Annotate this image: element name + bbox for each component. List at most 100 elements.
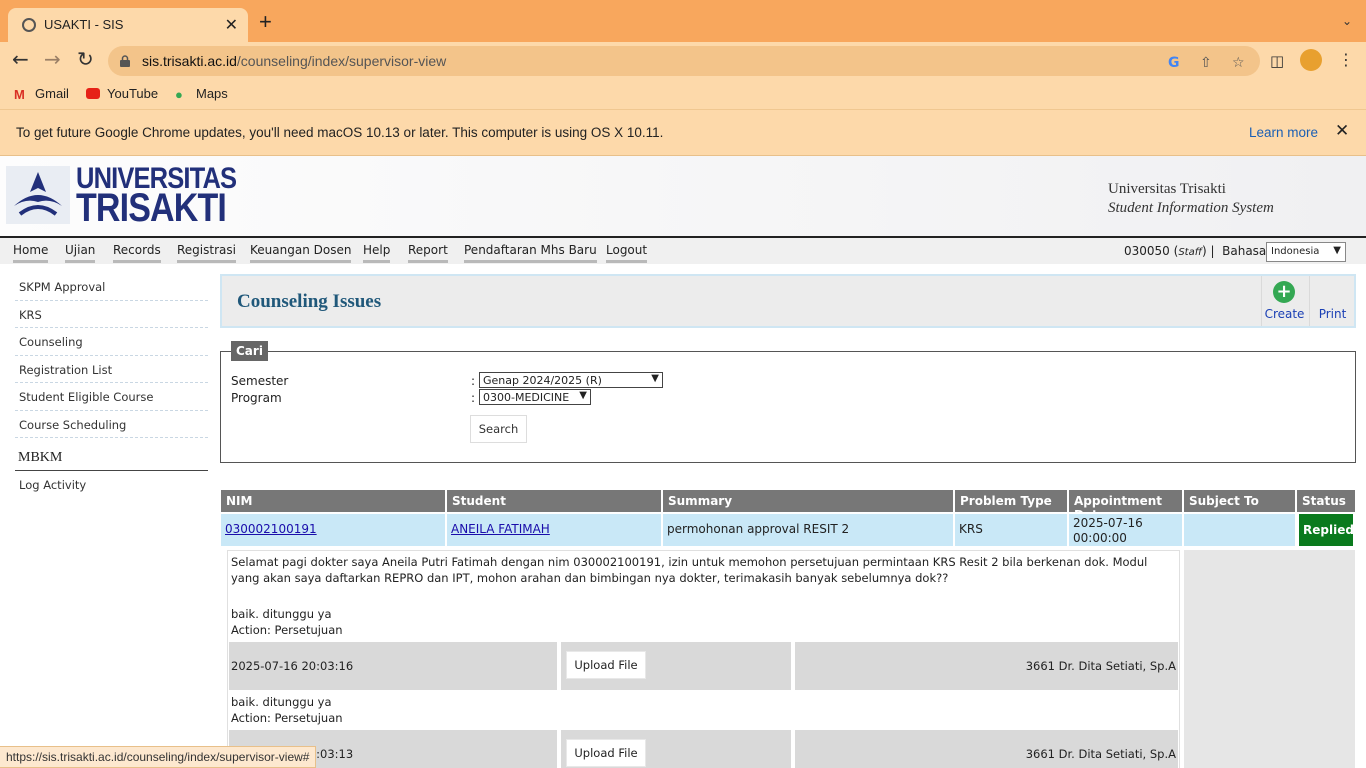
student-message: Selamat pagi dokter saya Aneila Putri Fa… xyxy=(231,555,1148,585)
forward-icon[interactable]: → xyxy=(44,48,61,70)
new-tab-icon[interactable]: + xyxy=(259,11,272,33)
reply-author-cell: 3661 Dr. Dita Setiati, Sp.A xyxy=(795,730,1178,768)
colon: : xyxy=(471,374,476,388)
bookmark-youtube[interactable]: YouTube xyxy=(86,86,158,101)
globe-icon xyxy=(22,18,36,32)
nav-keuangan-dosen[interactable]: Keuangan Dosen xyxy=(250,243,352,263)
sidebar-section-mbkm: MBKM xyxy=(15,450,208,471)
plus-icon: + xyxy=(1273,281,1295,303)
subject-to-column-fill xyxy=(1184,550,1355,768)
search-legend: Cari xyxy=(231,341,268,361)
program-label: Program xyxy=(231,391,282,405)
close-infobar-icon[interactable]: ✕ xyxy=(1335,121,1349,141)
address-bar[interactable]: sis.trisakti.ac.id/counseling/index/supe… xyxy=(108,46,1260,76)
nav-pendaftaran-mhs-baru[interactable]: Pendaftaran Mhs Baru xyxy=(464,243,597,263)
col-header-status[interactable]: Status xyxy=(1297,490,1355,512)
sidebar-item-counseling[interactable]: Counseling xyxy=(15,328,208,356)
reply-author-cell: 3661 Dr. Dita Setiati, Sp.A xyxy=(795,642,1178,690)
page-title: Counseling Issues xyxy=(237,291,382,312)
browser-toolbar: ← → ↻ sis.trisakti.ac.id/counseling/inde… xyxy=(0,42,1366,78)
chevron-down-icon: ▼ xyxy=(579,390,587,401)
user-info: 030050 (Staff) | Bahasa: xyxy=(1124,244,1271,258)
youtube-icon xyxy=(86,88,100,99)
maps-icon: ● xyxy=(175,87,183,102)
cell-summary: permohonan approval RESIT 2 xyxy=(663,514,955,546)
reply-author: 3661 Dr. Dita Setiati, Sp.A xyxy=(1025,747,1176,761)
sidebar-item-skpm-approval[interactable]: SKPM Approval xyxy=(15,273,208,301)
chevron-down-icon[interactable]: ⌄ xyxy=(1342,14,1352,28)
logo-text-trisakti: TRISAKTI xyxy=(76,186,227,230)
nav-records[interactable]: Records xyxy=(113,243,161,263)
create-button[interactable]: + Create xyxy=(1261,276,1307,326)
nav-ujian[interactable]: Ujian xyxy=(65,243,96,263)
sidebar-item-registration-list[interactable]: Registration List xyxy=(15,356,208,383)
col-header-summary[interactable]: Summary xyxy=(663,490,955,512)
search-form: Cari Semester : Genap 2024/2025 (R) ▼ Pro… xyxy=(220,341,1356,463)
nav-report[interactable]: Report xyxy=(408,243,448,263)
star-icon[interactable]: ☆ xyxy=(1232,55,1245,71)
col-header-appointment-date[interactable]: Appointment Date xyxy=(1069,490,1184,522)
nav-help[interactable]: Help xyxy=(363,243,391,263)
chevron-down-icon: ▼ xyxy=(1333,245,1341,256)
nav-registrasi[interactable]: Registrasi xyxy=(177,243,236,263)
colon: : xyxy=(471,391,476,405)
side-panel-icon[interactable]: ◫ xyxy=(1270,50,1284,72)
google-icon[interactable]: G xyxy=(1168,55,1180,71)
student-link[interactable]: ANEILA FATIMAH xyxy=(451,522,550,536)
sidebar-item-krs[interactable]: KRS xyxy=(15,301,208,328)
update-infobar: To get future Google Chrome updates, you… xyxy=(0,110,1366,156)
sidebar-item-student-eligible-course[interactable]: Student Eligible Course xyxy=(15,383,208,411)
bookmark-maps[interactable]: ● Maps xyxy=(175,86,228,102)
infobar-message: To get future Google Chrome updates, you… xyxy=(16,125,664,140)
bookmark-gmail[interactable]: M Gmail xyxy=(14,86,69,102)
search-button[interactable]: Search xyxy=(470,415,527,443)
reply-timestamp-cell: 2025-07-16 20:03:16 xyxy=(229,642,557,690)
browser-tab-strip: USAKTI - SIS ✕ + ⌄ xyxy=(0,0,1366,42)
upload-file-button[interactable]: Upload File xyxy=(566,651,646,679)
tab-title: USAKTI - SIS xyxy=(44,17,124,32)
reply-action: Action: Persetujuan xyxy=(231,623,343,637)
cell-nim: 030002100191 xyxy=(221,514,447,546)
col-header-problem-type[interactable]: Problem Type xyxy=(955,490,1069,512)
col-header-nim[interactable]: NIM xyxy=(221,490,447,512)
sidebar: SKPM Approval KRS Counseling Registratio… xyxy=(15,273,208,499)
url-text: sis.trisakti.ac.id/counseling/index/supe… xyxy=(142,53,447,69)
trisakti-logo xyxy=(6,166,70,224)
bookmarks-bar: M Gmail YouTube ● Maps xyxy=(0,78,1366,110)
sidebar-item-course-scheduling[interactable]: Course Scheduling xyxy=(15,411,208,438)
nim-link[interactable]: 030002100191 xyxy=(225,522,317,536)
nav-logout[interactable]: Logout xyxy=(606,243,648,263)
gmail-icon: M xyxy=(14,87,25,102)
header-university-name: Universitas Trisakti xyxy=(1108,181,1226,197)
print-button[interactable]: Print xyxy=(1309,276,1355,326)
share-icon[interactable]: ⇧ xyxy=(1200,55,1212,71)
kebab-menu-icon[interactable]: ⋮ xyxy=(1338,49,1354,71)
cell-problem-type: KRS xyxy=(955,514,1069,546)
reply-timestamp: 2025-07-16 20:03:16 xyxy=(231,659,354,673)
back-icon[interactable]: ← xyxy=(12,48,29,70)
col-header-subject-to[interactable]: Subject To xyxy=(1184,490,1297,512)
browser-tab[interactable]: USAKTI - SIS ✕ xyxy=(8,8,248,42)
reply-text: baik. ditunggu ya xyxy=(231,607,332,621)
page-title-bar: Counseling Issues + Create Print xyxy=(220,274,1356,328)
semester-select[interactable]: Genap 2024/2025 (R) ▼ xyxy=(479,372,663,388)
status-badge: Replied xyxy=(1299,514,1354,546)
browser-status-bar: https://sis.trisakti.ac.id/counseling/in… xyxy=(0,746,317,768)
program-select[interactable]: 0300-MEDICINE ▼ xyxy=(479,389,591,405)
reply-upload-cell: Upload File xyxy=(561,642,791,690)
sidebar-item-log-activity[interactable]: Log Activity xyxy=(15,471,208,499)
semester-label: Semester xyxy=(231,374,289,388)
col-header-student[interactable]: Student xyxy=(447,490,663,512)
reply-action: Action: Persetujuan xyxy=(231,711,343,725)
reload-icon[interactable]: ↻ xyxy=(77,48,94,70)
profile-avatar-icon[interactable] xyxy=(1300,49,1322,71)
lock-icon xyxy=(120,55,130,67)
cell-appointment-date: 2025-07-16 00:00:00 xyxy=(1069,514,1184,546)
nav-home[interactable]: Home xyxy=(13,243,49,263)
language-select[interactable]: Indonesia ▼ xyxy=(1266,242,1346,262)
reply-author: 3661 Dr. Dita Setiati, Sp.A xyxy=(1025,659,1176,673)
message-detail: Selamat pagi dokter saya Aneila Putri Fa… xyxy=(227,550,1180,768)
learn-more-link[interactable]: Learn more xyxy=(1249,125,1318,140)
close-tab-icon[interactable]: ✕ xyxy=(225,15,238,35)
upload-file-button[interactable]: Upload File xyxy=(566,739,646,767)
